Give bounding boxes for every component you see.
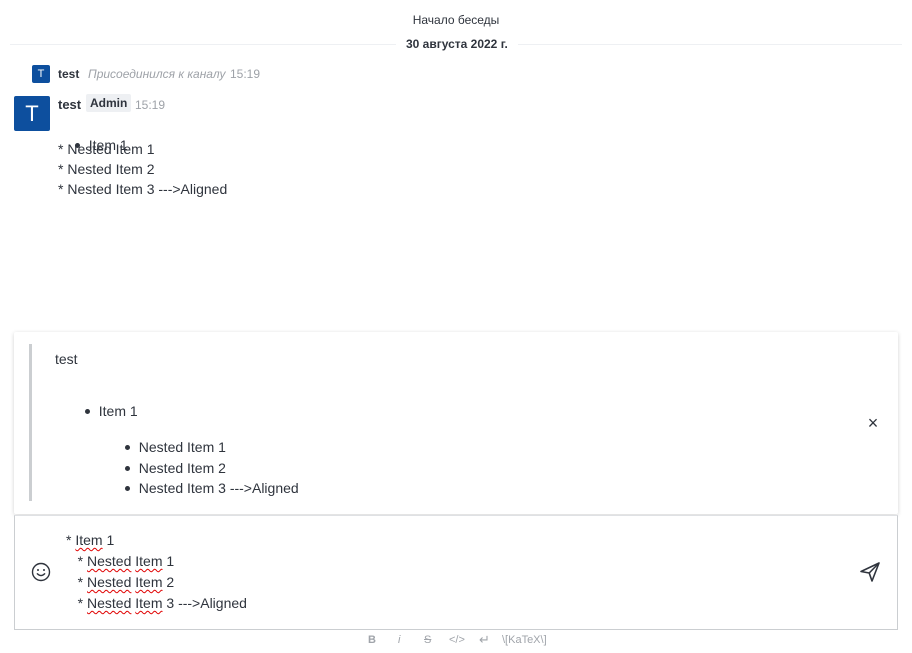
- message-line: * Nested Item 2: [58, 161, 155, 177]
- conversation-start-label: Начало беседы: [412, 13, 500, 27]
- katex-button[interactable]: \[KaTeX\]: [502, 634, 547, 646]
- composer-line[interactable]: * Nested Item 3 --->Aligned: [66, 595, 247, 611]
- send-icon[interactable]: [858, 560, 882, 584]
- bullet-icon: [124, 485, 130, 491]
- quote-item: Item 1: [77, 387, 138, 419]
- message-time: 15:19: [135, 98, 166, 112]
- code-button[interactable]: </>: [449, 634, 465, 646]
- system-message-time: 15:19: [230, 67, 261, 81]
- date-divider: 30 августа 2022 г.: [396, 37, 518, 51]
- system-message-text: Присоединился к каналу: [88, 67, 226, 81]
- close-icon[interactable]: ×: [862, 412, 884, 434]
- message-line: * Nested Item 3 --->Aligned: [58, 181, 228, 197]
- avatar[interactable]: T: [32, 65, 50, 83]
- composer-line[interactable]: * Nested Item 2: [66, 574, 175, 590]
- role-badge: Admin: [86, 94, 132, 112]
- bold-button[interactable]: B: [368, 634, 376, 646]
- multiline-button[interactable]: ↵: [479, 632, 490, 648]
- message-user[interactable]: test: [58, 97, 81, 112]
- composer-line[interactable]: * Item 1: [66, 532, 114, 548]
- message-composer[interactable]: [14, 515, 898, 630]
- italic-button[interactable]: i: [398, 634, 400, 646]
- quote-item-text: Item 1: [98, 403, 138, 419]
- bullet-icon: [84, 408, 90, 414]
- strike-button[interactable]: S: [424, 634, 431, 646]
- composer-line[interactable]: * Nested Item 1: [66, 553, 175, 569]
- quote-author: test: [55, 351, 78, 367]
- system-message-user[interactable]: test: [58, 67, 79, 81]
- emoji-icon[interactable]: [30, 561, 52, 583]
- quote-nested-text: Nested Item 3 --->Aligned: [138, 480, 299, 496]
- avatar[interactable]: T: [14, 96, 50, 131]
- quote-nested-item: Nested Item 3 --->Aligned: [117, 464, 299, 496]
- quote-bar: [29, 344, 32, 501]
- message-line: * Nested Item 1: [58, 141, 155, 157]
